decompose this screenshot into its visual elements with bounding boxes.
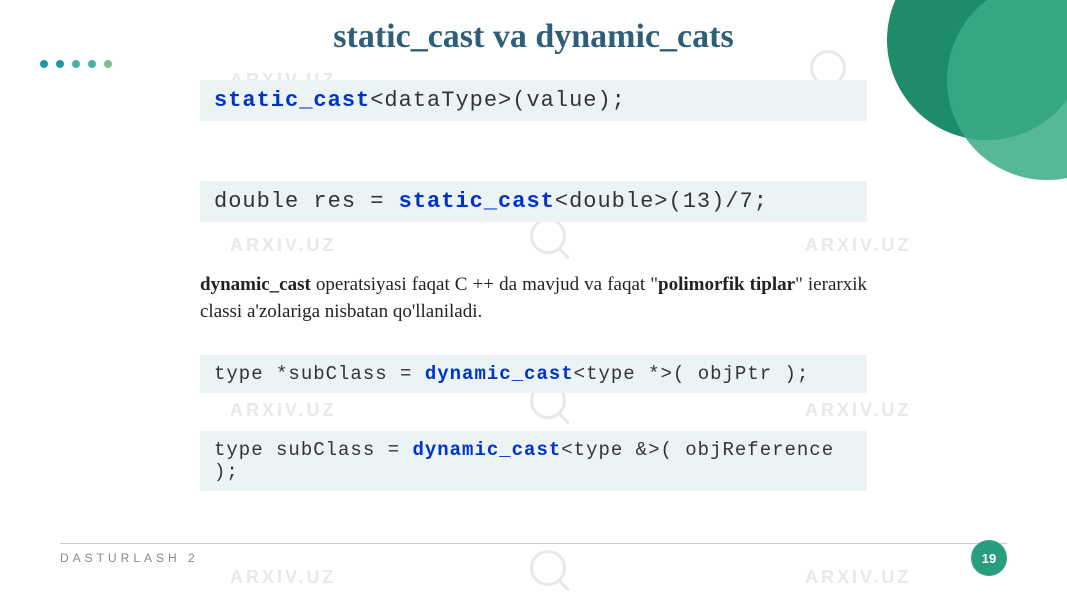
bold-text: polimorfik tiplar xyxy=(658,274,795,295)
code-text: type *subClass = xyxy=(214,363,425,385)
footer-text: DASTURLASH 2 xyxy=(60,551,199,565)
code-keyword: dynamic_cast xyxy=(425,363,574,385)
code-keyword: dynamic_cast xyxy=(412,439,561,461)
slide-content: static_cast va dynamic_cats static_cast<… xyxy=(0,18,1067,499)
code-keyword: static_cast xyxy=(399,189,555,214)
code-snippet-4: type subClass = dynamic_cast<type &>( ob… xyxy=(200,431,867,491)
body-text: operatsiyasi faqat C ++ da mavjud va faq… xyxy=(311,274,658,295)
code-text: type subClass = xyxy=(214,439,412,461)
code-snippet-2: double res = static_cast<double>(13)/7; xyxy=(200,181,867,222)
body-paragraph: dynamic_cast operatsiyasi faqat C ++ da … xyxy=(200,272,867,325)
page-number: 19 xyxy=(971,540,1007,576)
footer: DASTURLASH 2 19 xyxy=(60,540,1007,576)
code-text: <type *>( objPtr ); xyxy=(574,363,810,385)
slide-title: static_cast va dynamic_cats xyxy=(60,18,1007,56)
bold-text: dynamic_cast xyxy=(200,274,311,295)
code-text: double res = xyxy=(214,189,399,214)
code-text: <dataType>(value); xyxy=(370,88,626,113)
code-snippet-1: static_cast<dataType>(value); xyxy=(200,80,867,121)
code-text: <double>(13)/7; xyxy=(555,189,768,214)
code-keyword: static_cast xyxy=(214,88,370,113)
code-snippet-3: type *subClass = dynamic_cast<type *>( o… xyxy=(200,355,867,393)
